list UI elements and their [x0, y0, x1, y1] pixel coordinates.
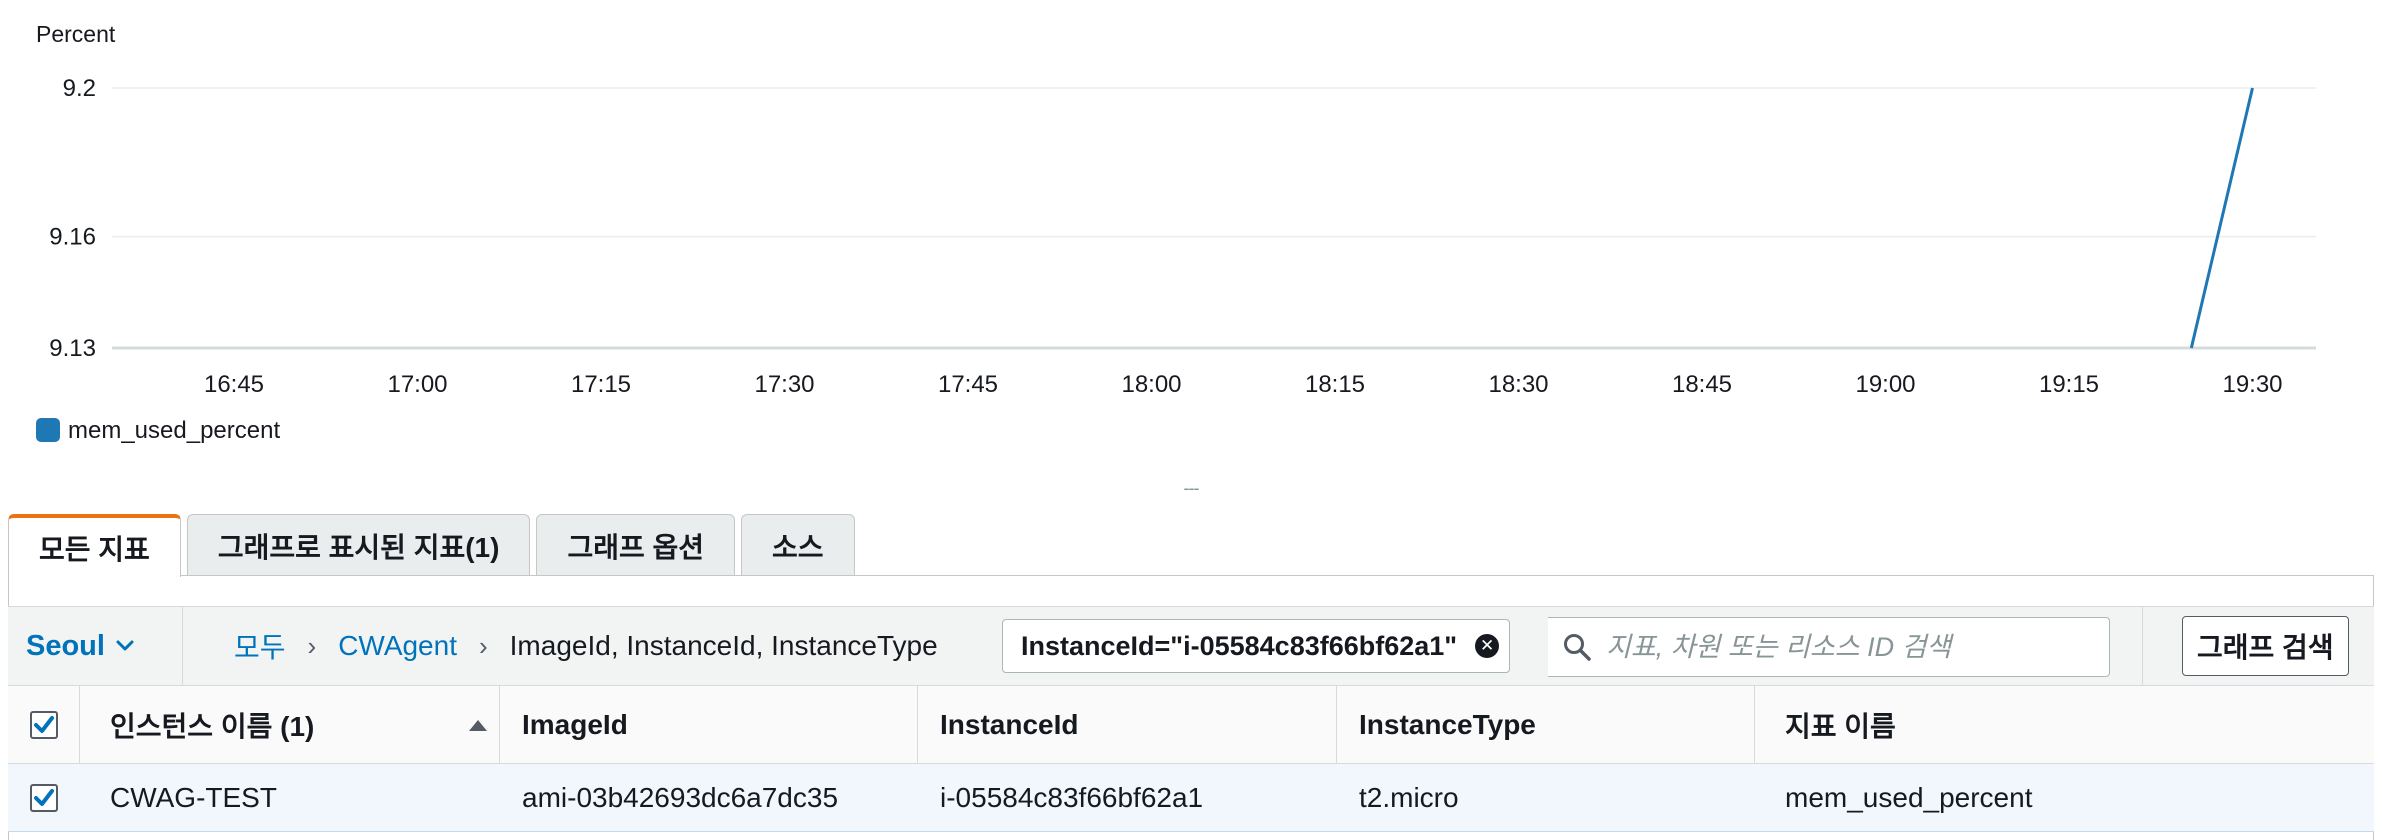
metrics-table: 인스턴스 이름 (1) ImageId InstanceId InstanceT… [8, 686, 2374, 832]
chevron-down-icon [116, 640, 134, 651]
column-header-label: InstanceId [940, 708, 1079, 740]
image-id-cell: ami-03b42693dc6a7dc35 [522, 781, 839, 813]
x-tick-label: 19:15 [2039, 371, 2099, 398]
column-header-label: InstanceType [1359, 708, 1536, 740]
checkmark-icon [33, 715, 54, 733]
metric-line-chart: Percent 9.13 9.16 9.2 16:45 17:00 17:15 17:30 17… [36, 21, 2316, 444]
tab-graph-options[interactable]: 그래프 옵션 [536, 514, 736, 576]
x-tick-label: 17:15 [571, 371, 631, 398]
x-tick-label: 18:00 [1121, 371, 1181, 398]
checkmark-icon [34, 788, 54, 806]
column-header-image-id[interactable]: ImageId [500, 686, 918, 763]
divider [182, 607, 183, 685]
remove-token-icon[interactable]: ✕ [1475, 634, 1500, 658]
y-tick-label: 9.16 [49, 224, 96, 251]
search-input[interactable] [1604, 630, 2098, 664]
instance-name-cell: CWAG-TEST [110, 781, 277, 813]
metric-name-cell: mem_used_percent [1785, 781, 2033, 813]
graph-search-button[interactable]: 그래프 검색 [2182, 616, 2349, 676]
region-label: Seoul [26, 629, 105, 662]
table-row[interactable]: CWAG-TEST ami-03b42693dc6a7dc35 i-05584c… [8, 764, 2374, 832]
legend-swatch [36, 418, 60, 442]
x-tick-label: 16:45 [204, 371, 264, 398]
breadcrumb-all-link[interactable]: 모두 [234, 626, 286, 666]
tab-source[interactable]: 소스 [741, 514, 855, 576]
y-axis-label: Percent [36, 21, 116, 47]
column-header-label: 지표 이름 [1785, 710, 1896, 742]
x-tick-label: 18:15 [1305, 371, 1365, 398]
region-selector[interactable]: Seoul [26, 607, 135, 685]
filter-token-label: InstanceId="i-05584c83f66bf62a1" [1021, 630, 1458, 661]
breadcrumb: 모두 › CWAgent › ImageId, InstanceId, Inst… [234, 607, 938, 685]
instance-type-cell: t2.micro [1359, 781, 1459, 813]
x-tick-label: 19:30 [2222, 371, 2282, 398]
column-header-instance-name[interactable]: 인스턴스 이름 (1) [80, 686, 500, 763]
tab-graphed-metrics[interactable]: 그래프로 표시된 지표(1) [186, 514, 531, 576]
column-header-label: ImageId [522, 708, 628, 740]
x-tick-label: 18:45 [1672, 371, 1732, 398]
row-select-cell [8, 764, 80, 831]
divider [2142, 607, 2143, 685]
y-tick-label: 9.2 [63, 75, 96, 102]
filter-token: InstanceId="i-05584c83f66bf62a1" ✕ [1002, 619, 1511, 673]
y-tick-label: 9.13 [49, 335, 96, 362]
select-all-checkbox[interactable] [29, 710, 58, 739]
x-tick-label: 18:30 [1488, 371, 1548, 398]
table-header: 인스턴스 이름 (1) ImageId InstanceId InstanceT… [8, 686, 2374, 764]
metrics-filter-bar: Seoul 모두 › CWAgent › ImageId, InstanceId… [8, 606, 2374, 686]
legend-label: mem_used_percent [68, 417, 280, 444]
panel-resize-handle[interactable]: --- [1178, 478, 1204, 499]
instance-id-cell: i-05584c83f66bf62a1 [940, 781, 1204, 813]
breadcrumb-namespace-link[interactable]: CWAgent [338, 630, 457, 662]
x-tick-label: 17:00 [387, 371, 447, 398]
sort-ascending-icon[interactable] [469, 720, 487, 731]
breadcrumb-dimensions: ImageId, InstanceId, InstanceType [509, 630, 938, 661]
column-header-instance-type[interactable]: InstanceType [1337, 686, 1755, 763]
row-checkbox[interactable] [30, 783, 58, 812]
column-header-instance-id[interactable]: InstanceId [918, 686, 1337, 763]
metrics-tabs: 모든 지표 그래프로 표시된 지표(1) 그래프 옵션 소스 [8, 514, 861, 577]
x-tick-label: 19:00 [1855, 371, 1915, 398]
metric-search-box [1548, 617, 2110, 677]
breadcrumb-chevron-icon: › [307, 630, 317, 661]
breadcrumb-chevron-icon: › [478, 630, 488, 661]
select-all-cell [8, 686, 80, 763]
tab-all-metrics[interactable]: 모든 지표 [8, 514, 181, 577]
x-tick-label: 17:45 [938, 371, 998, 398]
search-icon [1564, 634, 1591, 661]
series-line [2189, 87, 2254, 349]
column-header-metric-name[interactable]: 지표 이름 [1755, 686, 2374, 763]
x-tick-label: 17:30 [754, 371, 814, 398]
column-header-label: 인스턴스 이름 (1) [110, 710, 315, 742]
